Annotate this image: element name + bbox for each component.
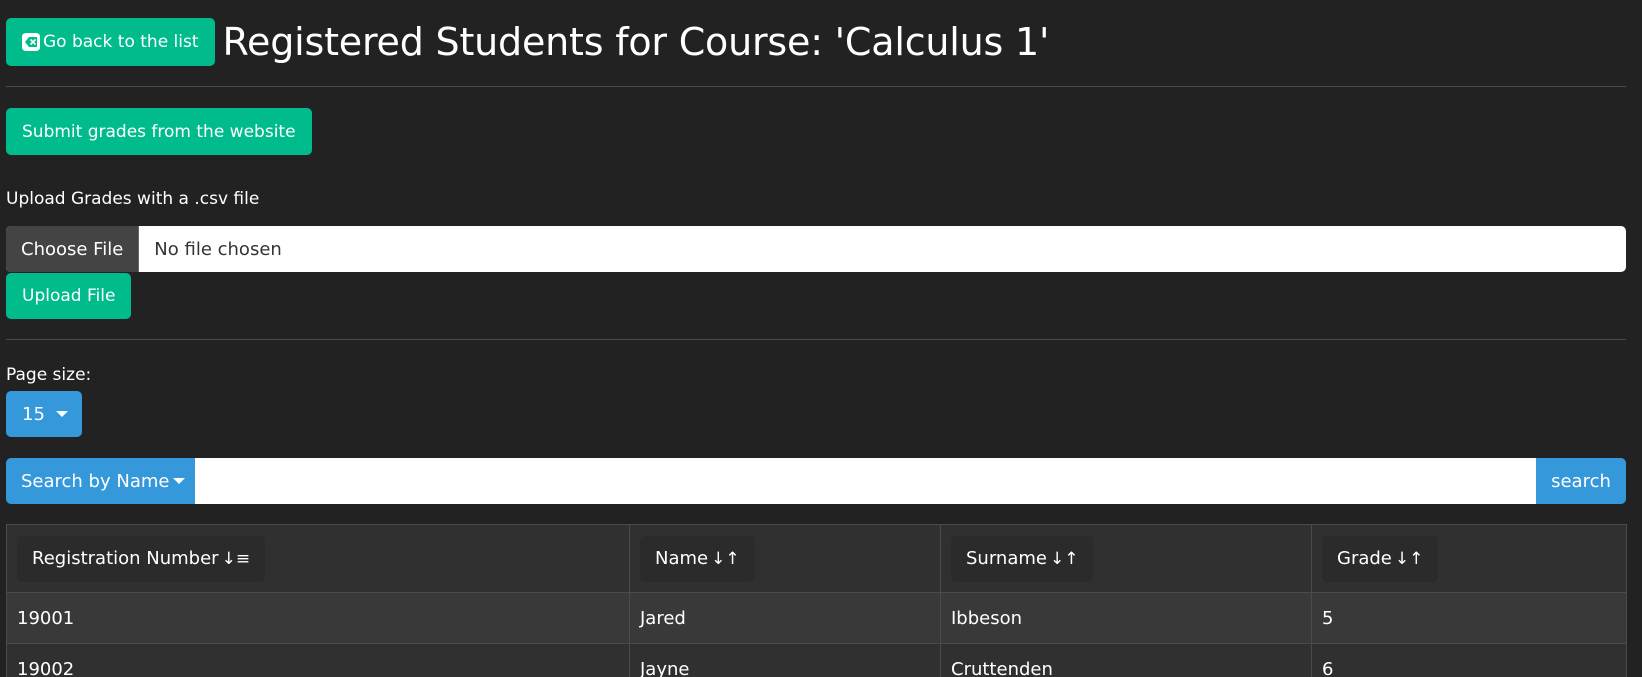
header: Go back to the list Registered Students … (6, 18, 1049, 66)
page-size-label: Page size: (6, 365, 92, 385)
file-status: No file chosen (154, 238, 282, 260)
name-cell: Jayne (629, 643, 941, 677)
upload-label: Upload Grades with a .csv file (6, 189, 260, 209)
column-label: Grade (1337, 548, 1392, 569)
grade-cell: 6 (1311, 643, 1627, 677)
search-mode-dropdown[interactable]: Search by Name (6, 458, 195, 504)
backspace-icon (22, 33, 40, 51)
caret-down-icon (173, 478, 186, 484)
surname-cell: Cruttenden (940, 643, 1312, 677)
file-input[interactable]: Choose File No file chosen (6, 226, 1626, 272)
sort-registration-number-button[interactable]: Registration Number ↓≡ (17, 535, 266, 582)
search-input[interactable] (195, 458, 1536, 504)
divider (6, 339, 1626, 340)
sort-surname-button[interactable]: Surname ↓↑ (951, 535, 1094, 582)
column-label: Registration Number (32, 548, 219, 569)
table-row: 19001 Jared Ibbeson 5 (6, 592, 1627, 644)
caret-down-icon (55, 411, 68, 417)
divider (6, 86, 1626, 87)
search-mode-label: Search by Name (21, 470, 170, 492)
column-header: Name ↓↑ (629, 524, 941, 593)
sort-updown-icon: ↓↑ (711, 548, 740, 569)
upload-file-button[interactable]: Upload File (6, 273, 132, 319)
column-label: Name (655, 548, 709, 569)
registration-number-cell: 19002 (6, 643, 630, 677)
search-button[interactable]: search (1536, 458, 1626, 504)
column-header: Registration Number ↓≡ (6, 524, 630, 593)
table-header-row: Registration Number ↓≡ Name ↓↑ Surname ↓… (6, 524, 1627, 593)
page: Go back to the list Registered Students … (0, 0, 1642, 677)
column-label: Surname (966, 548, 1047, 569)
name-cell: Jared (629, 592, 941, 644)
sort-numeric-down-icon: ↓≡ (221, 548, 251, 569)
table-row: 19002 Jayne Cruttenden 6 (6, 643, 1627, 677)
back-button-label: Go back to the list (43, 32, 199, 52)
sort-name-button[interactable]: Name ↓↑ (640, 535, 755, 582)
submit-grades-button[interactable]: Submit grades from the website (6, 108, 312, 155)
column-header: Surname ↓↑ (940, 524, 1312, 593)
students-table: Registration Number ↓≡ Name ↓↑ Surname ↓… (6, 524, 1627, 677)
page-size-dropdown[interactable]: 15 (6, 391, 82, 437)
page-title: Registered Students for Course: 'Calculu… (222, 20, 1050, 64)
search-group: Search by Name search (6, 458, 1626, 504)
sort-updown-icon: ↓↑ (1049, 548, 1079, 569)
choose-file-button[interactable]: Choose File (6, 226, 140, 272)
back-to-list-button[interactable]: Go back to the list (6, 18, 215, 66)
column-header: Grade ↓↑ (1311, 524, 1627, 593)
sort-updown-icon: ↓↑ (1394, 548, 1424, 569)
page-size-value: 15 (22, 403, 45, 425)
sort-grade-button[interactable]: Grade ↓↑ (1322, 535, 1439, 582)
grade-cell: 5 (1311, 592, 1627, 644)
registration-number-cell: 19001 (6, 592, 630, 644)
surname-cell: Ibbeson (940, 592, 1312, 644)
